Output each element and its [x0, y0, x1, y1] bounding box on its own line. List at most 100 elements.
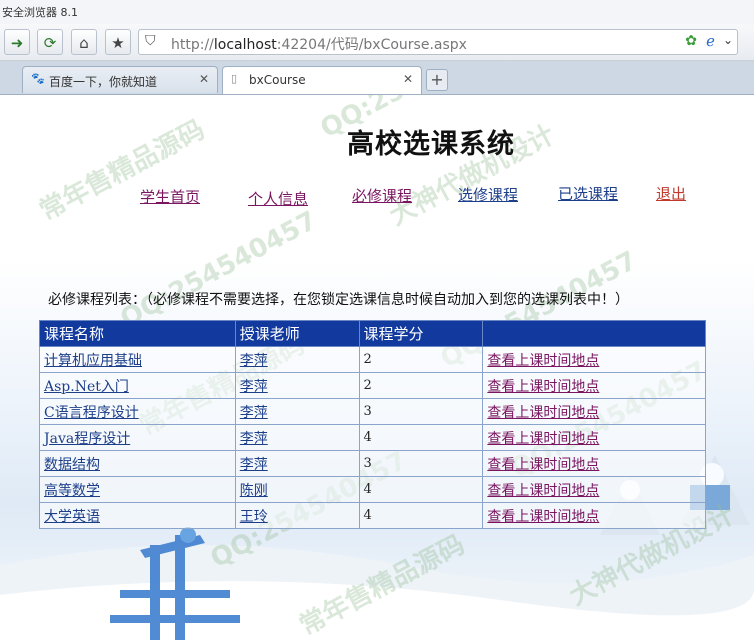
- course-name-cell: 高等数学: [39, 476, 236, 503]
- table-row: Java程序设计 李萍 4 查看上课时间地点: [39, 424, 706, 451]
- tab-label: 百度一下，你就知道: [49, 75, 158, 89]
- teacher-link[interactable]: 李萍: [240, 379, 268, 395]
- table-row: 数据结构 李萍 3 查看上课时间地点: [39, 450, 706, 477]
- home-icon[interactable]: ⌂: [71, 29, 97, 55]
- site-title: 高校选课系统: [347, 129, 515, 160]
- tab-bxcourse[interactable]: ▯ bxCourse ✕: [222, 66, 422, 94]
- window-titlebar: 安全浏览器 8.1: [0, 0, 754, 24]
- view-time-location-link[interactable]: 查看上课时间地点: [487, 431, 599, 447]
- table-row: 高等数学 陈刚 4 查看上课时间地点: [39, 476, 706, 503]
- course-name-cell: 数据结构: [39, 450, 236, 477]
- column-header-action: [482, 320, 706, 347]
- teacher-cell: 李萍: [234, 450, 360, 477]
- course-name-link[interactable]: 大学英语: [44, 509, 100, 525]
- view-time-location-link[interactable]: 查看上课时间地点: [487, 405, 599, 421]
- course-name-link[interactable]: 数据结构: [44, 457, 100, 473]
- browser-toolbar: ➜ ⟳ ⌂ ★ ⛉ http://localhost:42204/代码/bxCo…: [0, 24, 754, 61]
- teacher-link[interactable]: 陈刚: [240, 483, 268, 499]
- credit-cell: 4: [358, 476, 484, 503]
- nav-personal-info[interactable]: 个人信息: [248, 188, 308, 209]
- course-name-cell: C语言程序设计: [39, 398, 236, 425]
- required-courses-table: 课程名称 授课老师 课程学分 计算机应用基础 李萍 2 查看上课时间地点 Asp.Net…: [39, 320, 706, 529]
- table-row: 计算机应用基础 李萍 2 查看上课时间地点: [39, 346, 706, 373]
- url-host: localhost: [213, 37, 277, 53]
- action-cell: 查看上课时间地点: [482, 450, 706, 477]
- view-time-location-link[interactable]: 查看上课时间地点: [487, 379, 599, 395]
- credit-cell: 2: [358, 372, 484, 399]
- action-cell: 查看上课时间地点: [482, 346, 706, 373]
- teacher-link[interactable]: 李萍: [240, 457, 268, 473]
- table-body: 计算机应用基础 李萍 2 查看上课时间地点 Asp.Net入门 李萍 2 查看上课时间地点 C语…: [39, 346, 706, 529]
- view-time-location-link[interactable]: 查看上课时间地点: [487, 483, 599, 499]
- nav-elective-courses[interactable]: 选修课程: [458, 184, 518, 205]
- course-name-link[interactable]: C语言程序设计: [44, 405, 139, 421]
- address-url[interactable]: http://localhost:42204/代码/bxCourse.aspx: [171, 34, 467, 54]
- teacher-link[interactable]: 李萍: [240, 353, 268, 369]
- credit-cell: 4: [358, 502, 484, 529]
- course-name-link[interactable]: Java程序设计: [44, 431, 130, 447]
- action-cell: 查看上课时间地点: [482, 502, 706, 529]
- table-row: C语言程序设计 李萍 3 查看上课时间地点: [39, 398, 706, 425]
- page-icon: ▯: [231, 72, 238, 85]
- table-row: 大学英语 王玲 4 查看上课时间地点: [39, 502, 706, 529]
- teacher-link[interactable]: 李萍: [240, 405, 268, 421]
- nav-required-courses[interactable]: 必修课程: [352, 185, 412, 206]
- close-icon[interactable]: ✕: [403, 72, 413, 86]
- url-rest: :42204/代码/bxCourse.aspx: [276, 37, 467, 53]
- tab-bar: 🐾 百度一下，你就知道 ✕ ▯ bxCourse ✕ +: [0, 61, 754, 95]
- nav-student-home[interactable]: 学生首页: [140, 186, 200, 207]
- view-time-location-link[interactable]: 查看上课时间地点: [487, 457, 599, 473]
- close-icon[interactable]: ✕: [199, 72, 209, 86]
- action-cell: 查看上课时间地点: [482, 372, 706, 399]
- teacher-cell: 王玲: [234, 502, 360, 529]
- credit-cell: 3: [358, 398, 484, 425]
- column-header-teacher: 授课老师: [234, 320, 360, 347]
- column-header-credit: 课程学分: [358, 320, 484, 347]
- paw-icon: 🐾: [31, 72, 45, 85]
- teacher-cell: 陈刚: [234, 476, 360, 503]
- action-cell: 查看上课时间地点: [482, 398, 706, 425]
- page-content: 常年售精品源码 QQ:254540457 大神代做机设计 QQ:25454045…: [0, 95, 754, 640]
- table-header-row: 课程名称 授课老师 课程学分: [39, 320, 706, 347]
- chevron-down-icon[interactable]: ⌄: [723, 33, 733, 47]
- tab-label: bxCourse: [249, 73, 306, 87]
- new-tab-button[interactable]: +: [426, 69, 448, 91]
- window-title: 安全浏览器 8.1: [2, 6, 78, 19]
- teacher-cell: 李萍: [234, 424, 360, 451]
- course-name-cell: Asp.Net入门: [39, 372, 236, 399]
- course-name-link[interactable]: 高等数学: [44, 483, 100, 499]
- action-cell: 查看上课时间地点: [482, 424, 706, 451]
- credit-cell: 2: [358, 346, 484, 373]
- nav-logout[interactable]: 退出: [656, 183, 686, 204]
- course-name-cell: 大学英语: [39, 502, 236, 529]
- course-name-link[interactable]: 计算机应用基础: [44, 353, 142, 369]
- address-bar[interactable]: ⛉ http://localhost:42204/代码/bxCourse.asp…: [138, 29, 738, 55]
- teacher-cell: 李萍: [234, 398, 360, 425]
- forward-arrow-icon[interactable]: ➜: [4, 29, 30, 55]
- favorite-star-icon[interactable]: ★: [105, 29, 131, 55]
- view-time-location-link[interactable]: 查看上课时间地点: [487, 509, 599, 525]
- nav-selected-courses[interactable]: 已选课程: [558, 183, 618, 204]
- action-cell: 查看上课时间地点: [482, 476, 706, 503]
- course-name-cell: 计算机应用基础: [39, 346, 236, 373]
- url-prefix: http://: [171, 37, 214, 53]
- tab-baidu[interactable]: 🐾 百度一下，你就知道 ✕: [22, 66, 218, 93]
- watermark-text: QQ:254540457: [115, 205, 322, 335]
- shield-icon: ⛉: [145, 33, 156, 49]
- section-label: 必修课程列表：（必修课程不需要选择，在您锁定选课信息时候自动加入到您的选课列表中…: [48, 292, 629, 308]
- teacher-link[interactable]: 王玲: [240, 509, 268, 525]
- course-name-cell: Java程序设计: [39, 424, 236, 451]
- ie-engine-icon[interactable]: ℯ: [706, 32, 715, 50]
- table-row: Asp.Net入门 李萍 2 查看上课时间地点: [39, 372, 706, 399]
- compat-mode-icon[interactable]: ✿: [685, 33, 697, 49]
- course-name-link[interactable]: Asp.Net入门: [44, 379, 129, 395]
- teacher-link[interactable]: 李萍: [240, 431, 268, 447]
- watermark-text: 常年售精品源码: [294, 529, 470, 640]
- view-time-location-link[interactable]: 查看上课时间地点: [487, 353, 599, 369]
- teacher-cell: 李萍: [234, 346, 360, 373]
- refresh-icon[interactable]: ⟳: [37, 29, 63, 55]
- credit-cell: 4: [358, 424, 484, 451]
- column-header-course-name: 课程名称: [39, 320, 236, 347]
- credit-cell: 3: [358, 450, 484, 477]
- teacher-cell: 李萍: [234, 372, 360, 399]
